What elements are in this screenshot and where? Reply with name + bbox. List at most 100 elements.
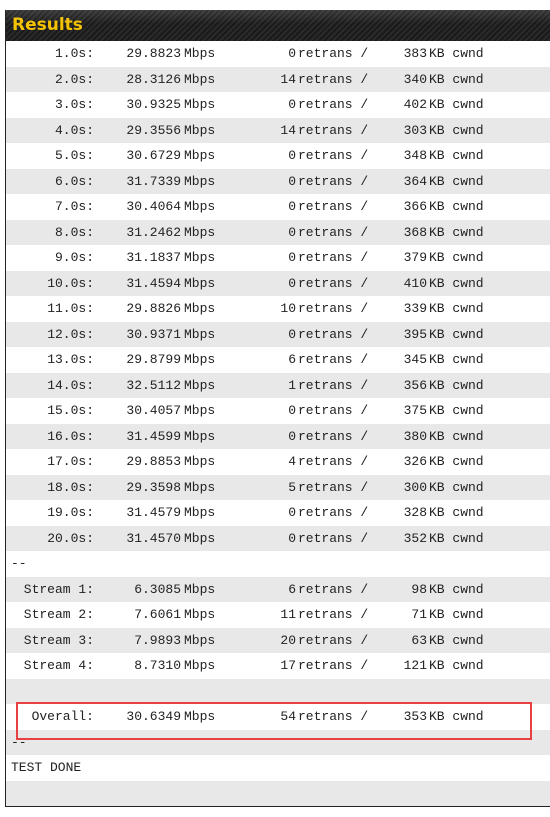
bitrate-value: 30.6349 [126, 709, 181, 724]
row-label: 11.0s: [47, 301, 94, 316]
overall-row: Overall: 30.6349 Mbps 54 retrans / 353 KB cwnd [6, 704, 550, 730]
retrans-value: 0 [288, 530, 296, 546]
bitrate-value: 29.8799 [126, 352, 181, 367]
bitrate-unit: Mbps [184, 428, 216, 444]
interval-row: 7.0s: 30.4064 Mbps 0 retrans / 366 KB cwnd [6, 194, 550, 220]
row-label: 6.0s: [54, 173, 94, 189]
cwnd-unit: KB cwnd [429, 479, 484, 495]
bitrate-unit: Mbps [184, 658, 216, 673]
bitrate-unit: Mbps [184, 148, 216, 163]
retrans-value: 0 [288, 505, 296, 520]
bitrate-unit: Mbps [184, 301, 216, 316]
cwnd-value: 340 [403, 71, 427, 87]
bitrate-value: 7.6061 [134, 607, 181, 622]
interval-row: 11.0s: 29.8826 Mbps 10 retrans / 339 KB cwnd [6, 296, 550, 322]
separator-row-text: -- [11, 734, 27, 750]
bitrate-value: 29.8826 [126, 301, 181, 316]
bitrate-unit: Mbps [184, 505, 216, 520]
retrans-value: 0 [288, 148, 296, 163]
interval-row: 17.0s: 29.8853 Mbps 4 retrans / 326 KB cwnd [6, 449, 550, 475]
bitrate-value: 6.3085 [134, 581, 181, 597]
bitrate-unit: Mbps [184, 352, 216, 367]
retrans-unit: retrans / [298, 479, 369, 495]
retrans-unit: retrans / [298, 428, 369, 444]
bitrate-value: 30.6729 [126, 148, 181, 163]
retrans-value: 5 [288, 479, 296, 495]
retrans-unit: retrans / [298, 250, 369, 265]
cwnd-unit: KB cwnd [429, 658, 484, 673]
cwnd-value: 326 [403, 454, 427, 469]
separator-row: -- [6, 729, 550, 755]
retrans-value: 0 [288, 199, 296, 214]
bitrate-unit: Mbps [184, 122, 216, 138]
cwnd-value: 402 [403, 97, 427, 112]
bitrate-unit: Mbps [184, 530, 216, 546]
row-label: 18.0s: [47, 479, 94, 495]
row-label: 20.0s: [47, 530, 94, 546]
retrans-unit: retrans / [298, 607, 369, 622]
retrans-value: 6 [288, 581, 296, 597]
row-label: Stream 4: [23, 658, 94, 673]
separator-row-text: -- [11, 556, 27, 571]
retrans-unit: retrans / [298, 173, 369, 189]
cwnd-unit: KB cwnd [429, 301, 484, 316]
row-label: 9.0s: [54, 250, 94, 265]
cwnd-value: 383 [403, 46, 427, 61]
interval-row: 10.0s: 31.4594 Mbps 0 retrans / 410 KB cwnd [6, 270, 550, 296]
cwnd-unit: KB cwnd [429, 377, 484, 393]
cwnd-unit: KB cwnd [429, 403, 484, 418]
bitrate-value: 31.4570 [126, 530, 181, 546]
bitrate-value: 29.3556 [126, 122, 181, 138]
retrans-value: 0 [288, 224, 296, 240]
retrans-value: 0 [288, 46, 296, 61]
cwnd-unit: KB cwnd [429, 352, 484, 367]
retrans-value: 20 [280, 632, 296, 648]
cwnd-unit: KB cwnd [429, 607, 484, 622]
cwnd-value: 380 [403, 428, 427, 444]
interval-row: 20.0s: 31.4570 Mbps 0 retrans / 352 KB cwnd [6, 525, 550, 551]
retrans-unit: retrans / [298, 71, 369, 87]
test-done-row: TEST DONE [6, 755, 550, 781]
cwnd-unit: KB cwnd [429, 275, 484, 291]
results-header: Results [6, 10, 550, 41]
bitrate-unit: Mbps [184, 275, 216, 291]
cwnd-unit: KB cwnd [429, 199, 484, 214]
cwnd-value: 366 [403, 199, 427, 214]
interval-row: 6.0s: 31.7339 Mbps 0 retrans / 364 KB cwnd [6, 168, 550, 194]
cwnd-value: 300 [403, 479, 427, 495]
retrans-value: 14 [280, 122, 296, 138]
row-label: 14.0s: [47, 377, 94, 393]
cwnd-unit: KB cwnd [429, 224, 484, 240]
retrans-value: 4 [288, 454, 296, 469]
interval-row: 9.0s: 31.1837 Mbps 0 retrans / 379 KB cwnd [6, 245, 550, 271]
row-label: 15.0s: [47, 403, 94, 418]
cwnd-value: 352 [403, 530, 427, 546]
bitrate-unit: Mbps [184, 326, 216, 342]
cwnd-unit: KB cwnd [429, 122, 484, 138]
retrans-unit: retrans / [298, 709, 369, 724]
test-done-row-text: TEST DONE [11, 760, 82, 775]
row-label: 3.0s: [54, 97, 94, 112]
cwnd-value: 303 [403, 122, 427, 138]
retrans-unit: retrans / [298, 454, 369, 469]
bitrate-value: 30.9325 [126, 97, 181, 112]
row-label: 10.0s: [47, 275, 94, 291]
separator-row: -- [6, 551, 550, 577]
bitrate-value: 28.3126 [126, 71, 181, 87]
interval-row: 13.0s: 29.8799 Mbps 6 retrans / 345 KB cwnd [6, 347, 550, 373]
bitrate-value: 31.2462 [126, 224, 181, 240]
empty-row [6, 678, 550, 704]
interval-row: 15.0s: 30.4057 Mbps 0 retrans / 375 KB cwnd [6, 398, 550, 424]
cwnd-value: 339 [403, 301, 427, 316]
bitrate-unit: Mbps [184, 607, 216, 622]
bitrate-unit: Mbps [184, 97, 216, 112]
results-panel: Results 1.0s: 29.8823 Mbps 0 retrans /383 KB … [5, 10, 550, 807]
retrans-unit: retrans / [298, 122, 369, 138]
cwnd-value: 328 [403, 505, 427, 520]
cwnd-value: 121 [403, 658, 427, 673]
row-label: 13.0s: [47, 352, 94, 367]
retrans-unit: retrans / [298, 224, 369, 240]
row-label: Overall: [31, 709, 94, 724]
bitrate-value: 8.7310 [134, 658, 181, 673]
row-label: 12.0s: [47, 326, 94, 342]
